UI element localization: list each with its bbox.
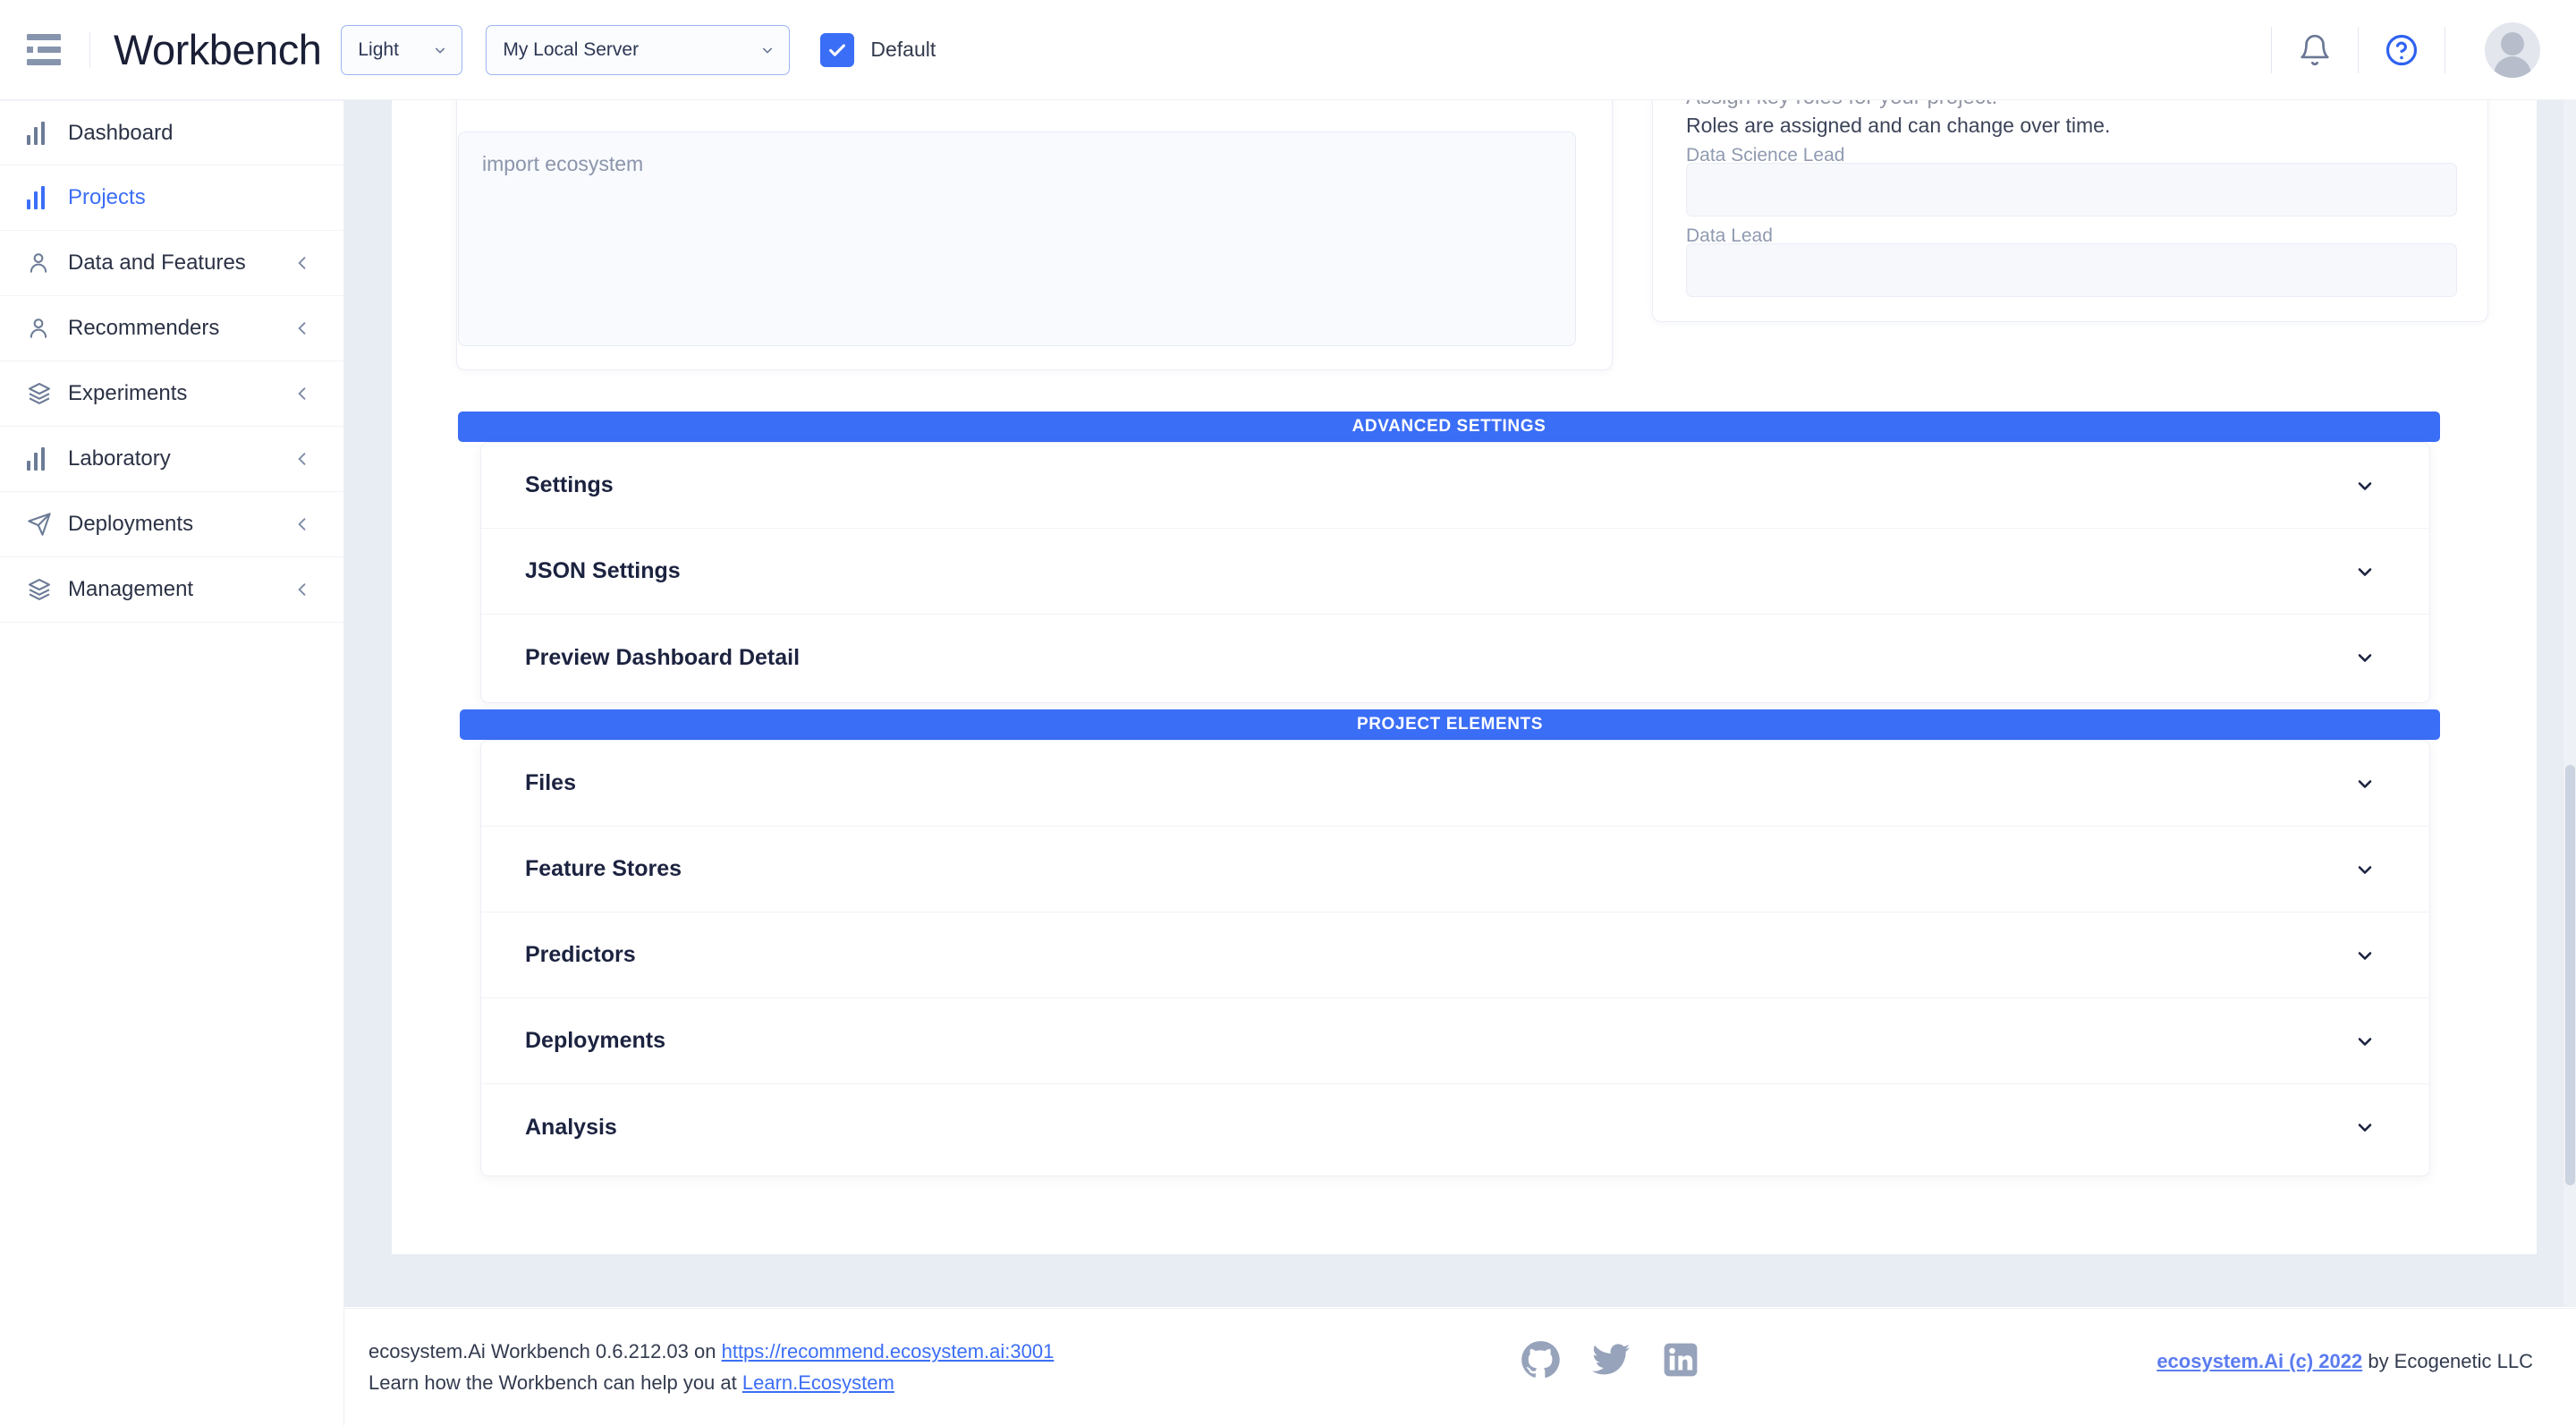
checkbox-box[interactable] (820, 32, 855, 67)
accordion-row-feature-stores[interactable]: Feature Stores (481, 827, 2429, 912)
sidebar-item-dashboard[interactable]: Dashboard (0, 100, 343, 166)
chevron-left-icon[interactable] (293, 254, 311, 272)
bell-icon (2301, 34, 2329, 65)
footer-version-line: ecosystem.Ai Workbench 0.6.212.03 on htt… (369, 1337, 1054, 1367)
chevron-down-icon[interactable] (2354, 945, 2376, 966)
sidebar-item-experiments[interactable]: Experiments (0, 361, 343, 427)
header-divider (89, 31, 90, 68)
chevron-left-icon[interactable] (293, 450, 311, 468)
footer-version-text: ecosystem.Ai Workbench 0.6.212.03 on (369, 1340, 722, 1363)
theme-select[interactable]: Light (341, 24, 463, 75)
notifications-button[interactable] (2272, 0, 2358, 99)
accordion-row-analysis[interactable]: Analysis (481, 1084, 2429, 1170)
server-select[interactable]: My Local Server (486, 24, 791, 75)
layers-icon (27, 577, 68, 602)
send-icon (27, 512, 68, 537)
server-select-value: My Local Server (503, 38, 640, 60)
project-elements-accordion: Files Feature Stores Predictors Deployme… (480, 740, 2430, 1176)
accordion-row-json-settings[interactable]: JSON Settings (481, 529, 2429, 615)
app-header: Workbench Light My Local Server Default (0, 0, 2576, 100)
workbench-url-link[interactable]: https://recommend.ecosystem.ai:3001 (722, 1340, 1055, 1362)
footer-copyright: ecosystem.Ai (c) 2022 by Ecogenetic LLC (2157, 1350, 2533, 1373)
bar-chart-icon (27, 447, 68, 471)
accordion-row-predictors[interactable]: Predictors (481, 912, 2429, 998)
chevron-left-icon[interactable] (293, 581, 311, 598)
help-circle-icon (2385, 34, 2418, 65)
sidebar-item-deployments[interactable]: Deployments (0, 492, 343, 557)
accordion-row-label: Deployments (525, 1028, 665, 1053)
project-elements-banner[interactable]: PROJECT ELEMENTS (460, 709, 2440, 740)
sidebar-item-label: Projects (68, 185, 146, 209)
header-actions (2271, 0, 2576, 99)
chevron-down-icon[interactable] (2354, 475, 2376, 497)
accordion-row-label: Analysis (525, 1114, 617, 1140)
footer-info: ecosystem.Ai Workbench 0.6.212.03 on htt… (369, 1337, 1054, 1397)
help-button[interactable] (2359, 0, 2445, 99)
sidebar-item-management[interactable]: Management (0, 557, 343, 623)
bar-chart-icon (27, 121, 68, 145)
sidebar-item-label: Laboratory (68, 446, 171, 471)
sidebar-item-recommenders[interactable]: Recommenders (0, 296, 343, 361)
sidebar-item-label: Experiments (68, 381, 188, 405)
ecosystem-copyright-link[interactable]: ecosystem.Ai (c) 2022 (2157, 1350, 2362, 1372)
chevron-down-icon (763, 47, 773, 54)
chevron-left-icon[interactable] (293, 319, 311, 337)
chevron-down-icon[interactable] (2354, 859, 2376, 880)
roles-panel-subtitle: Roles are assigned and can change over t… (1686, 114, 2111, 137)
sidebar-item-projects[interactable]: Projects (0, 166, 343, 231)
layers-icon (27, 381, 68, 406)
chevron-down-icon (436, 47, 445, 54)
page-title: Workbench (114, 26, 322, 73)
accordion-row-label: Feature Stores (525, 856, 682, 881)
learn-ecosystem-link[interactable]: Learn.Ecosystem (742, 1371, 894, 1394)
linkedin-icon[interactable] (1662, 1341, 1699, 1379)
bar-chart-icon (27, 186, 68, 209)
advanced-settings-accordion: Settings JSON Settings Preview Dashboard… (480, 442, 2430, 703)
user-icon (27, 250, 68, 276)
data-lead-field[interactable] (1686, 243, 2457, 297)
chevron-left-icon[interactable] (293, 515, 311, 533)
default-checkbox[interactable]: Default (820, 32, 936, 67)
accordion-row-label: JSON Settings (525, 558, 681, 583)
check-icon (829, 43, 846, 56)
twitter-icon[interactable] (1590, 1339, 1631, 1380)
chevron-left-icon[interactable] (293, 385, 311, 403)
accordion-row-label: Settings (525, 472, 614, 497)
sidebar-item-laboratory[interactable]: Laboratory (0, 427, 343, 492)
hamburger-icon[interactable] (27, 32, 68, 68)
chevron-down-icon[interactable] (2354, 647, 2376, 668)
accordion-row-preview-dashboard-detail[interactable]: Preview Dashboard Detail (481, 615, 2429, 700)
scrollbar-thumb[interactable] (2565, 765, 2575, 1185)
accordion-row-label: Predictors (525, 942, 636, 967)
chevron-down-icon[interactable] (2354, 1116, 2376, 1138)
advanced-settings-banner[interactable]: ADVANCED SETTINGS (458, 412, 2440, 442)
accordion-row-label: Preview Dashboard Detail (525, 644, 801, 670)
footer-learn-line: Learn how the Workbench can help you at … (369, 1368, 1054, 1398)
accordion-row-deployments[interactable]: Deployments (481, 998, 2429, 1084)
data-science-lead-field[interactable] (1686, 163, 2457, 216)
sidebar-item-data-and-features[interactable]: Data and Features (0, 231, 343, 296)
chevron-down-icon[interactable] (2354, 773, 2376, 794)
sidebar-item-label: Management (68, 577, 194, 601)
sidebar-item-label: Data and Features (68, 250, 246, 275)
app-footer: ecosystem.Ai Workbench 0.6.212.03 on htt… (0, 1308, 2576, 1426)
chevron-down-icon[interactable] (2354, 1031, 2376, 1052)
sidebar: Dashboard Projects Data and Features Rec… (0, 100, 344, 1426)
sidebar-item-label: Dashboard (68, 120, 174, 145)
footer-copyright-rest: by Ecogenetic LLC (2362, 1350, 2533, 1372)
footer-learn-text: Learn how the Workbench can help you at (369, 1371, 742, 1394)
default-checkbox-label: Default (870, 38, 936, 61)
code-editor-textarea[interactable]: import ecosystem (458, 132, 1576, 346)
github-icon[interactable] (1521, 1340, 1560, 1379)
sidebar-item-label: Deployments (68, 512, 194, 536)
accordion-row-settings[interactable]: Settings (481, 443, 2429, 529)
theme-select-value: Light (358, 38, 399, 60)
user-icon (27, 316, 68, 341)
accordion-row-label: Files (525, 770, 576, 795)
chevron-down-icon[interactable] (2354, 561, 2376, 582)
avatar[interactable] (2445, 21, 2540, 78)
sidebar-item-label: Recommenders (68, 316, 220, 340)
footer-social-links (1521, 1339, 1699, 1380)
accordion-row-files[interactable]: Files (481, 741, 2429, 827)
